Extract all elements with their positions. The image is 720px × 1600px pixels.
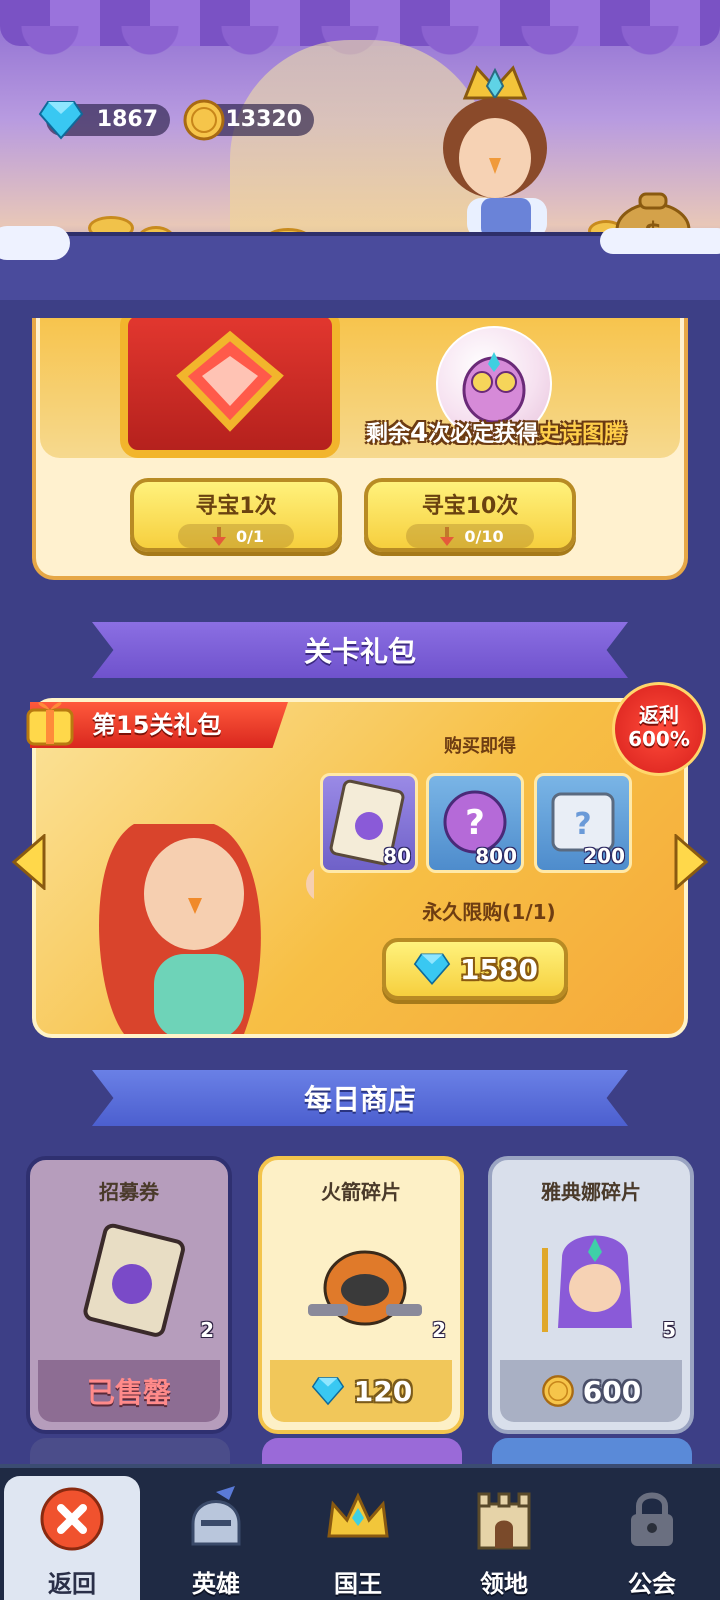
- rebate-badge: 返利 600%: [612, 682, 706, 776]
- crown-icon: [327, 1492, 389, 1538]
- pack-item-recruit-ticket[interactable]: 80: [320, 773, 418, 873]
- svg-text:?: ?: [465, 803, 485, 843]
- sold-out-label: 已售罄: [38, 1360, 220, 1422]
- castle-icon: [477, 1492, 531, 1550]
- king-character: [443, 65, 547, 238]
- level-pack-header: 关卡礼包: [92, 622, 628, 678]
- gem-icon: [311, 1377, 344, 1406]
- coin-counter[interactable]: 13320: [183, 99, 314, 141]
- rocket-raccoon-icon: [308, 1250, 422, 1326]
- gem-icon: [413, 953, 451, 985]
- daily-shop-header: 每日商店: [92, 1070, 628, 1126]
- mermaid-hero-art: [99, 824, 314, 1034]
- treasure-banner: 剩余4次必定获得史诗图腾: [40, 318, 680, 458]
- treasure-chest-image: [120, 318, 340, 458]
- pack-item-mystery-scroll[interactable]: ? 200: [534, 773, 632, 873]
- shop-card-price: 120: [270, 1360, 452, 1422]
- nav-territory[interactable]: 领地: [436, 1476, 572, 1600]
- nav-heroes[interactable]: 英雄: [148, 1476, 284, 1600]
- hunt-ten-button[interactable]: 寻宝10次 0/10: [364, 478, 576, 552]
- svg-text:?: ?: [574, 807, 591, 842]
- pack-item-mystery-orb[interactable]: ? 800: [426, 773, 524, 873]
- athena-hero-icon: [542, 1235, 632, 1332]
- prev-arrow-icon[interactable]: [10, 834, 46, 890]
- recruit-ticket-icon: [83, 1223, 185, 1337]
- shovel-icon: [211, 527, 226, 546]
- close-icon: [40, 1487, 104, 1551]
- hunt-ten-cost: 0/10: [406, 524, 534, 548]
- shop-card-title: 火箭碎片: [321, 1180, 401, 1204]
- gem-icon: [38, 98, 84, 142]
- shop-card-recruit-ticket[interactable]: 招募券 2 已售罄: [26, 1156, 232, 1434]
- shop-card-count: 5: [662, 1318, 676, 1342]
- shop-card-title: 雅典娜碎片: [541, 1180, 641, 1204]
- top-banner: $: [0, 0, 720, 300]
- buy-pack-button[interactable]: 1580: [382, 938, 568, 1000]
- treasure-hunt-panel: 剩余4次必定获得史诗图腾 寻宝1次 0/1 寻宝10次 0/10: [32, 318, 688, 580]
- nav-back[interactable]: 返回: [4, 1476, 140, 1600]
- coin-icon: [182, 98, 226, 142]
- snow-decoration: [0, 226, 70, 260]
- snow-decoration: [600, 228, 720, 254]
- hunt-once-cost: 0/1: [177, 524, 295, 548]
- nav-guild[interactable]: 公会: [584, 1476, 720, 1600]
- shop-card-price: 600: [500, 1360, 682, 1422]
- gift-icon: [26, 702, 74, 746]
- shop-card-title: 招募券: [99, 1180, 159, 1204]
- hunt-once-button[interactable]: 寻宝1次 0/1: [130, 478, 342, 552]
- next-arrow-icon[interactable]: [674, 834, 710, 890]
- nav-king[interactable]: 国王: [290, 1476, 426, 1600]
- shop-card-athena-shard[interactable]: 雅典娜碎片 5 600: [488, 1156, 694, 1434]
- gem-counter[interactable]: 1867: [38, 101, 170, 140]
- buy-get-label: 购买即得: [444, 736, 516, 757]
- helmet-icon: [191, 1486, 241, 1546]
- guarantee-hint: 剩余4次必定获得史诗图腾: [366, 418, 627, 448]
- purchase-limit: 永久限购(1/1): [422, 900, 556, 924]
- coin-amount: 13320: [225, 107, 302, 132]
- shop-card-count: 2: [200, 1318, 214, 1342]
- gem-amount: 1867: [96, 107, 158, 132]
- bottom-nav: 返回 英雄 国王 领地 公会: [0, 1464, 720, 1600]
- shop-card-count: 2: [432, 1318, 446, 1342]
- shovel-icon: [440, 527, 455, 546]
- coin-icon: [541, 1375, 574, 1407]
- shop-card-rocket-shard[interactable]: 火箭碎片 2 120: [258, 1156, 464, 1434]
- lock-icon: [631, 1492, 673, 1546]
